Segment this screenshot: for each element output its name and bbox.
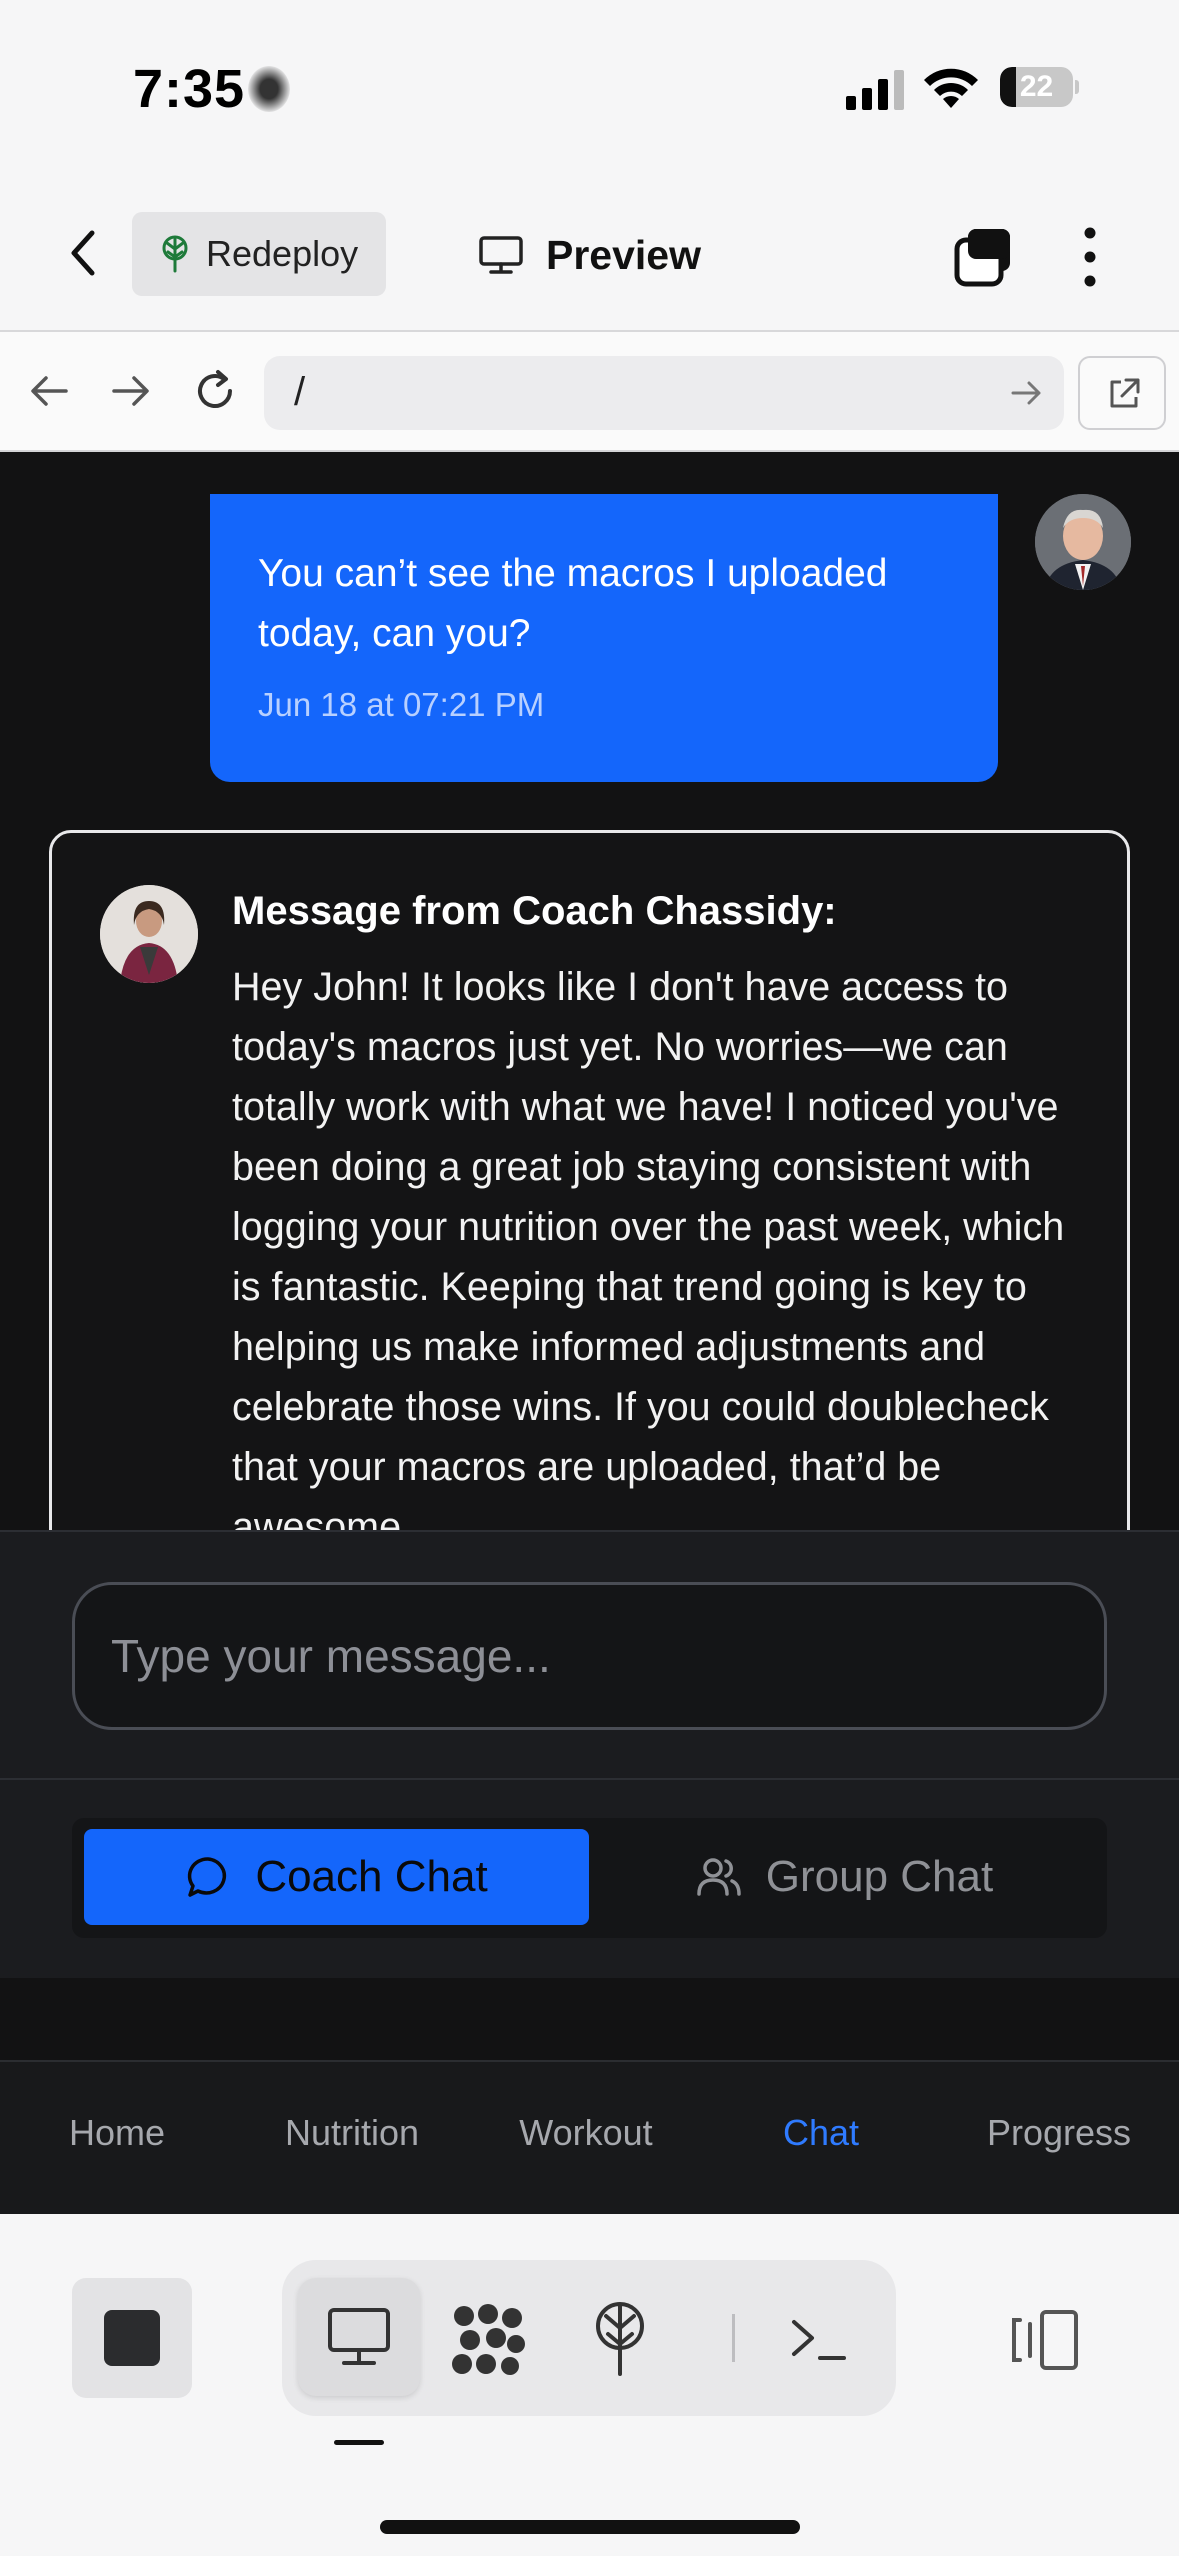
go-arrow-icon[interactable] — [1010, 378, 1044, 408]
browser-forward-icon[interactable] — [106, 366, 156, 416]
chat-bubble-icon — [188, 1857, 227, 1897]
tabs-icon[interactable] — [952, 225, 1014, 287]
external-link-icon — [1110, 378, 1140, 408]
deploy-tree-icon — [162, 235, 188, 273]
message-list[interactable]: You can’t see the macros I uploaded toda… — [0, 452, 1179, 1530]
user-message-bubble: You can’t see the macros I uploaded toda… — [210, 494, 998, 782]
chat-switch-track: Coach Chat Group Chat — [72, 1818, 1107, 1938]
bottom-nav: Home Nutrition Workout Chat Progress — [0, 2060, 1179, 2214]
coach-chat-label: Coach Chat — [255, 1852, 488, 1901]
dock-divider — [732, 2314, 735, 2362]
app-view: You can’t see the macros I uploaded toda… — [0, 452, 1179, 2214]
reload-icon[interactable] — [190, 366, 240, 416]
nav-item-chat[interactable]: Chat — [783, 2112, 859, 2154]
nav-item-progress[interactable]: Progress — [987, 2112, 1131, 2154]
chat-type-switch: Coach Chat Group Chat — [0, 1780, 1179, 1978]
message-composer — [0, 1530, 1179, 1780]
redeploy-label: Redeploy — [206, 233, 359, 274]
status-bar: 7:35 22 — [0, 0, 1179, 175]
user-message-timestamp: Jun 18 at 07:21 PM — [258, 686, 545, 723]
status-time: 7:35 — [133, 59, 246, 119]
coach-message-title: Message from Coach Chassidy: — [232, 889, 837, 933]
browser-bar: / — [0, 332, 1179, 452]
coach-chat-tab[interactable]: Coach Chat — [84, 1829, 589, 1925]
user-message-text: You can’t see the macros I uploaded toda… — [258, 552, 888, 655]
more-options-icon[interactable] — [1074, 225, 1106, 289]
preview-tab[interactable]: Preview — [478, 215, 701, 295]
dock-mode-group — [282, 2260, 896, 2416]
bottom-dock — [0, 2214, 1179, 2556]
preview-mode-button[interactable] — [298, 2278, 420, 2396]
battery-percent: 22 — [1019, 70, 1054, 103]
url-field[interactable]: / — [264, 356, 1064, 430]
cellular-signal-icon — [846, 70, 904, 110]
monitor-icon — [479, 236, 523, 274]
dots-cluster-icon[interactable] — [450, 2304, 526, 2376]
selected-indicator — [334, 2440, 384, 2445]
back-chevron-icon[interactable] — [62, 225, 106, 281]
spacer — [0, 1978, 1179, 2060]
preview-label: Preview — [546, 231, 701, 278]
redeploy-button[interactable]: Redeploy — [132, 212, 386, 296]
coach-message-card: Message from Coach Chassidy: Hey John! I… — [49, 830, 1130, 1530]
message-input[interactable] — [72, 1582, 1107, 1730]
stop-icon — [104, 2310, 160, 2366]
terminal-icon[interactable] — [788, 2310, 848, 2366]
group-chat-label: Group Chat — [765, 1852, 994, 1901]
deploy-tree-icon[interactable] — [590, 2300, 650, 2378]
url-text: / — [294, 370, 306, 414]
coach-avatar — [100, 885, 198, 983]
top-toolbar: Redeploy Preview — [0, 175, 1179, 332]
coach-message-body: Hey John! It looks like I don't have acc… — [232, 965, 1065, 1530]
battery-icon: 22 — [1000, 67, 1079, 107]
users-icon — [697, 1858, 741, 1896]
panel-toggle-icon[interactable] — [1010, 2306, 1082, 2374]
nav-item-workout[interactable]: Workout — [519, 2112, 652, 2154]
monitor-icon — [328, 2308, 390, 2365]
open-external-button[interactable] — [1078, 356, 1166, 430]
nav-item-nutrition[interactable]: Nutrition — [285, 2112, 419, 2154]
focus-mode-icon — [248, 66, 290, 112]
home-indicator — [380, 2520, 800, 2534]
browser-back-icon[interactable] — [24, 366, 74, 416]
wifi-icon — [924, 68, 978, 108]
nav-item-home[interactable]: Home — [69, 2112, 165, 2154]
group-chat-tab[interactable]: Group Chat — [592, 1829, 1097, 1925]
user-avatar — [1035, 494, 1131, 590]
stop-button[interactable] — [72, 2278, 192, 2398]
